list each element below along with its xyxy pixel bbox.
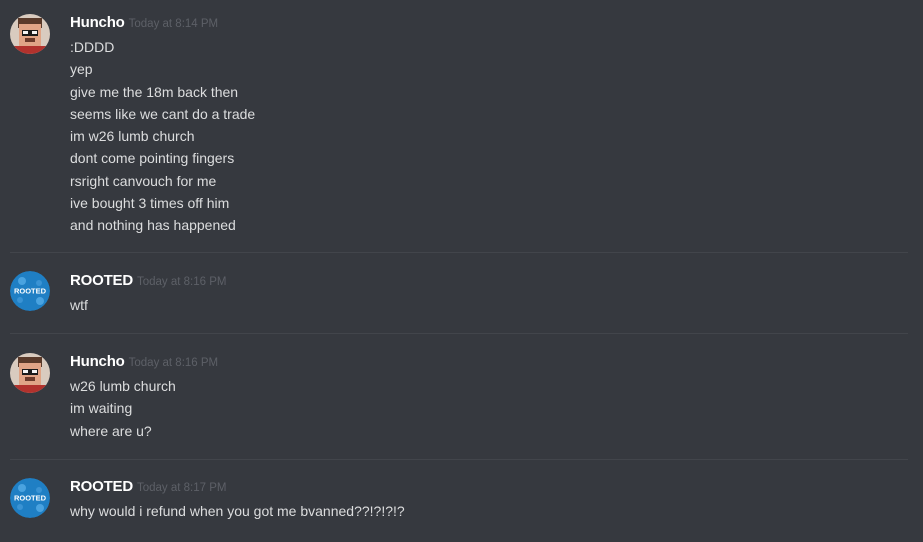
message-header: Huncho Today at 8:14 PM [70, 14, 218, 34]
message-text: ive bought 3 times off him [70, 195, 230, 212]
message-lines: wtf [70, 294, 88, 316]
message-text: w26 lumb church [70, 378, 176, 394]
timestamp: Today at 8:16 PM [136, 276, 227, 288]
message-text: :DDDD [70, 39, 115, 55]
message-header: Huncho Today at 8:16 PM [70, 353, 218, 373]
avatar[interactable]: ROOTED [10, 271, 50, 311]
username[interactable]: Huncho [70, 14, 125, 31]
avatar[interactable] [10, 14, 50, 54]
message-text: where are u? [70, 422, 152, 439]
message-text: wtf [70, 297, 88, 313]
chat-message-list: Huncho Today at 8:14 PM :DDDD yep give me… [0, 0, 923, 542]
avatar-logo-text: ROOTED [14, 494, 47, 503]
timestamp: Today at 8:14 PM [128, 18, 219, 30]
avatar-logo-text: ROOTED [14, 287, 47, 296]
message-divider [10, 459, 908, 460]
message-text: rsright canvouch for me [70, 172, 217, 189]
message-lines: why would i refund when you got me bvann… [70, 500, 405, 522]
pixel-face-avatar-icon [10, 353, 50, 393]
rooted-logo-avatar-icon: ROOTED [10, 271, 50, 311]
message-text: dont come pointing fingers [70, 150, 235, 167]
username[interactable]: ROOTED [70, 272, 133, 289]
avatar[interactable] [10, 353, 50, 393]
pixel-face-avatar-icon [10, 14, 50, 54]
message-header: ROOTED Today at 8:16 PM [70, 272, 226, 292]
rooted-logo-avatar-icon: ROOTED [10, 478, 50, 518]
message-text: give me the 18m back then [70, 83, 239, 100]
message-text: why would i refund when you got me bvann… [70, 503, 405, 519]
message-text: yep [70, 61, 93, 78]
avatar[interactable]: ROOTED [10, 478, 50, 518]
username[interactable]: Huncho [70, 353, 125, 370]
message-divider [10, 252, 908, 253]
message-text: seems like we cant do a trade [70, 105, 256, 122]
message-lines: w26 lumb church im waiting where are u? [70, 375, 176, 442]
username[interactable]: ROOTED [70, 478, 133, 495]
message-text: and nothing has happened [70, 217, 236, 234]
timestamp: Today at 8:16 PM [128, 357, 219, 369]
message-text: im waiting [70, 400, 133, 417]
message-text: im w26 lumb church [70, 128, 195, 145]
timestamp: Today at 8:17 PM [136, 482, 227, 494]
message-header: ROOTED Today at 8:17 PM [70, 478, 226, 498]
message-lines: :DDDD yep give me the 18m back then seem… [70, 36, 255, 237]
message-divider [10, 333, 908, 334]
